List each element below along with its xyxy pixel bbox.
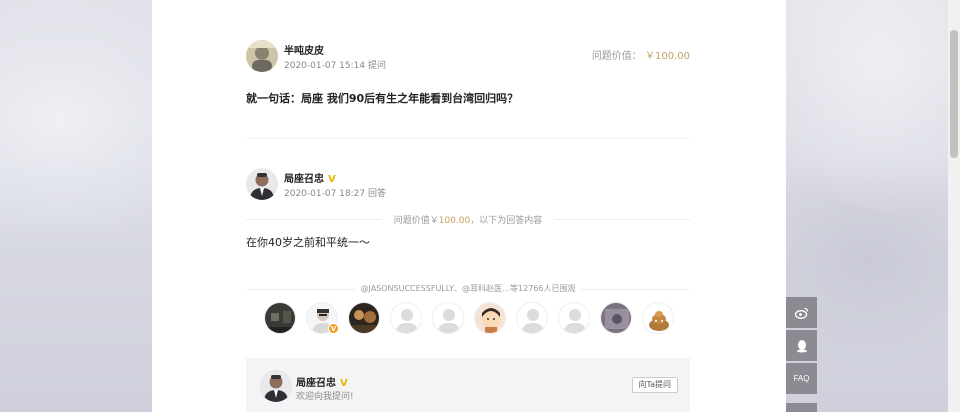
verified-badge-icon: V bbox=[328, 323, 339, 334]
viewer-avatar[interactable] bbox=[390, 302, 422, 334]
viewer-avatar[interactable] bbox=[474, 302, 506, 334]
answerer-avatar[interactable] bbox=[246, 168, 278, 200]
faq-label: FAQ bbox=[793, 374, 810, 383]
verified-icon: V bbox=[328, 174, 336, 185]
asker-name[interactable]: 半吨皮皮 bbox=[284, 42, 324, 57]
question-card: 半吨皮皮 2020-01-07 15:14 提问 问题价值： ￥100.00 就… bbox=[152, 0, 786, 412]
question-value: 问题价值： ￥100.00 bbox=[592, 47, 690, 62]
ask-button[interactable]: 向Ta提问 bbox=[631, 377, 678, 393]
verified-icon: V bbox=[340, 378, 348, 389]
weibo-share-button[interactable] bbox=[786, 297, 817, 328]
panel-name-row: 局座召忠 V bbox=[296, 374, 348, 389]
answerer-name-row: 局座召忠 V bbox=[284, 170, 336, 185]
answer-action: 回答 bbox=[367, 189, 386, 199]
viewer-avatars: V bbox=[264, 302, 684, 334]
asker-avatar[interactable] bbox=[246, 40, 278, 72]
answer-text: 在你40岁之前和平统一～ bbox=[246, 236, 370, 249]
panel-name[interactable]: 局座召忠 bbox=[296, 378, 336, 389]
question-header: 半吨皮皮 2020-01-07 15:14 提问 问题价值： ￥100.00 bbox=[246, 40, 690, 72]
panel-welcome: 欢迎向我提问! bbox=[296, 392, 354, 402]
divider bbox=[246, 138, 690, 139]
qq-penguin-icon bbox=[796, 339, 807, 352]
qq-share-button[interactable] bbox=[786, 330, 817, 361]
viewer-avatar[interactable] bbox=[432, 302, 464, 334]
question-meta: 2020-01-07 15:14 提问 bbox=[284, 58, 386, 71]
answer-header: 局座召忠 V 2020-01-07 18:27 回答 bbox=[246, 168, 690, 200]
answer-date: 2020-01-07 18:27 bbox=[284, 189, 366, 199]
viewers-summary: @JASONSUCCESSFULLY、@耳科赵医…等12766人已围观 bbox=[246, 282, 690, 296]
viewer-avatar[interactable] bbox=[264, 302, 296, 334]
panel-avatar[interactable] bbox=[260, 370, 292, 402]
viewer-avatar[interactable] bbox=[642, 302, 674, 334]
question-action: 提问 bbox=[367, 61, 386, 71]
viewer-avatar[interactable] bbox=[348, 302, 380, 334]
question-date: 2020-01-07 15:14 bbox=[284, 61, 366, 71]
more-side-button[interactable] bbox=[786, 403, 817, 412]
viewer-avatar[interactable] bbox=[600, 302, 632, 334]
answerer-panel: 局座召忠 V 欢迎向我提问! 向Ta提问 bbox=[246, 358, 690, 412]
viewer-avatar[interactable] bbox=[558, 302, 590, 334]
viewer-avatar[interactable] bbox=[516, 302, 548, 334]
weibo-icon bbox=[794, 307, 808, 319]
scrollbar-thumb[interactable] bbox=[950, 30, 958, 158]
question-value-label: 问题价值： bbox=[591, 51, 642, 62]
answer-meta: 2020-01-07 18:27 回答 bbox=[284, 186, 386, 199]
question-value-amount: ￥100.00 bbox=[645, 51, 690, 62]
answer-separator: 问题价值￥100.00，以下为回答内容 bbox=[246, 212, 690, 226]
answer-separator-text: 问题价值￥100.00，以下为回答内容 bbox=[393, 216, 543, 226]
faq-button[interactable]: FAQ bbox=[786, 363, 817, 394]
question-text: 就一句话：局座 我们90后有生之年能看到台湾回归吗？ bbox=[246, 92, 519, 105]
answerer-name[interactable]: 局座召忠 bbox=[284, 174, 324, 185]
scrollbar[interactable] bbox=[948, 0, 960, 412]
viewers-summary-text[interactable]: @JASONSUCCESSFULLY、@耳科赵医…等12766人已围观 bbox=[246, 283, 690, 294]
